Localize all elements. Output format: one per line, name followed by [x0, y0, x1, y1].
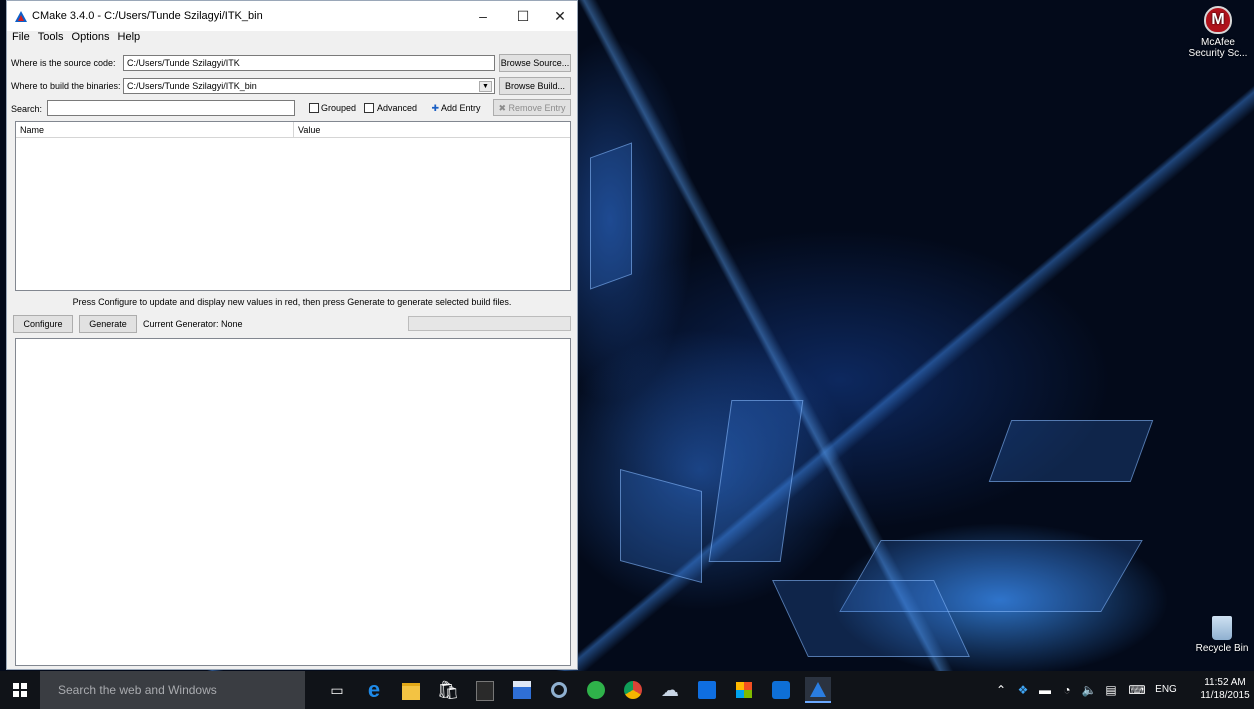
wallpaper-shard	[620, 469, 702, 583]
menu-bar: File Tools Options Help	[7, 31, 577, 46]
close-button[interactable]: ✕	[545, 4, 575, 28]
taskbar-clock[interactable]: 11:52 AM 11/18/2015	[1198, 676, 1252, 702]
wallpaper-shard	[708, 400, 804, 562]
advanced-label: Advanced	[377, 103, 418, 113]
dropbox-icon[interactable]	[694, 677, 720, 703]
clock-date: 11/18/2015	[1200, 690, 1250, 701]
wallpaper-shard	[988, 420, 1154, 482]
desktop-icon-recycle-bin[interactable]: Recycle Bin	[1192, 616, 1252, 654]
volume-icon[interactable]: 🔈	[1080, 671, 1098, 709]
chevron-down-icon[interactable]: ▼	[479, 81, 492, 92]
add-entry-label: Add Entry	[441, 103, 481, 113]
mcafee-icon: M	[1204, 6, 1232, 34]
browse-build-button[interactable]: Browse Build...	[499, 77, 571, 95]
desktop-icon-label: McAfee Security Sc...	[1188, 37, 1248, 59]
recycle-bin-icon	[1212, 616, 1232, 640]
green-app-icon[interactable]	[583, 677, 609, 703]
edge-icon[interactable]: e	[361, 677, 387, 703]
advanced-checkbox[interactable]	[364, 103, 374, 113]
taskbar: Search the web and Windows ▭ e 🛍 ☁ ⌃ ❖ ▬…	[0, 671, 1254, 709]
add-entry-button[interactable]: ✚ Add Entry	[424, 99, 488, 116]
action-center-icon[interactable]: ▤	[1102, 671, 1120, 709]
store-icon[interactable]: 🛍	[435, 677, 461, 703]
generate-button[interactable]: Generate	[79, 315, 137, 333]
kindle-icon[interactable]	[472, 677, 498, 703]
battery-icon[interactable]: ▬	[1036, 671, 1054, 709]
start-button[interactable]	[0, 671, 40, 709]
task-view-icon[interactable]: ▭	[324, 677, 350, 703]
grouped-label: Grouped	[321, 103, 357, 113]
cmake-window: CMake 3.4.0 - C:/Users/Tunde Szilagyi/IT…	[6, 0, 578, 670]
windows-app-icon[interactable]	[731, 677, 757, 703]
source-label: Where is the source code:	[11, 58, 116, 68]
cmake-taskbar-icon[interactable]	[805, 677, 831, 703]
tray-overflow-chevron-icon[interactable]: ⌃	[992, 671, 1010, 709]
search-label: Search:	[11, 104, 43, 114]
wallpaper-shard	[590, 142, 632, 290]
chrome-icon[interactable]	[620, 677, 646, 703]
file-explorer-icon[interactable]	[398, 677, 424, 703]
output-log[interactable]	[15, 338, 571, 666]
save-disk-icon[interactable]	[509, 677, 535, 703]
plus-icon: ✚	[431, 103, 439, 113]
build-path-value: C:/Users/Tunde Szilagyi/ITK_bin	[127, 81, 257, 91]
configure-hint-text: Press Configure to update and display ne…	[72, 297, 512, 307]
cmake-logo-icon	[15, 11, 27, 22]
taskbar-search-box[interactable]: Search the web and Windows	[40, 671, 305, 709]
cache-table[interactable]: Name Value	[15, 121, 571, 291]
grouped-checkbox[interactable]	[309, 103, 319, 113]
source-path-field[interactable]: C:/Users/Tunde Szilagyi/ITK	[123, 55, 495, 71]
menu-tools[interactable]: Tools	[38, 31, 64, 43]
browse-source-button[interactable]: Browse Source...	[499, 54, 571, 72]
menu-file[interactable]: File	[12, 31, 30, 43]
progress-bar	[408, 316, 571, 331]
configure-button[interactable]: Configure	[13, 315, 73, 333]
title-bar[interactable]: CMake 3.4.0 - C:/Users/Tunde Szilagyi/IT…	[7, 1, 577, 31]
wifi-icon[interactable]: ◔	[1058, 671, 1076, 709]
column-header-name[interactable]: Name	[16, 122, 294, 138]
build-path-combo[interactable]: C:/Users/Tunde Szilagyi/ITK_bin ▼	[123, 78, 495, 94]
menu-options[interactable]: Options	[72, 31, 110, 43]
desktop-icon-mcafee[interactable]: M McAfee Security Sc...	[1188, 6, 1248, 59]
column-header-value[interactable]: Value	[294, 122, 570, 138]
windows-logo-icon	[13, 683, 27, 697]
maximize-button[interactable]: ☐	[508, 4, 538, 28]
cortana-app-icon[interactable]	[546, 677, 572, 703]
remove-entry-label: Remove Entry	[508, 103, 566, 113]
photos-icon[interactable]: ☁	[657, 677, 683, 703]
clock-time: 11:52 AM	[1204, 677, 1246, 688]
current-generator-label: Current Generator: None	[143, 319, 243, 329]
remove-icon: ✖	[498, 103, 506, 113]
menu-help[interactable]: Help	[118, 31, 141, 43]
window-title: CMake 3.4.0 - C:/Users/Tunde Szilagyi/IT…	[32, 10, 263, 22]
build-label: Where to build the binaries:	[11, 81, 121, 91]
search-input[interactable]	[47, 100, 295, 116]
desktop-icon-label: Recycle Bin	[1195, 643, 1249, 654]
dropbox-tray-icon[interactable]: ❖	[1014, 671, 1032, 709]
minimize-button[interactable]: –	[468, 4, 498, 28]
teamviewer-icon[interactable]	[768, 677, 794, 703]
language-indicator[interactable]: ENG	[1152, 671, 1180, 709]
keyboard-icon[interactable]: ⌨	[1126, 671, 1148, 709]
remove-entry-button[interactable]: ✖ Remove Entry	[493, 99, 571, 116]
